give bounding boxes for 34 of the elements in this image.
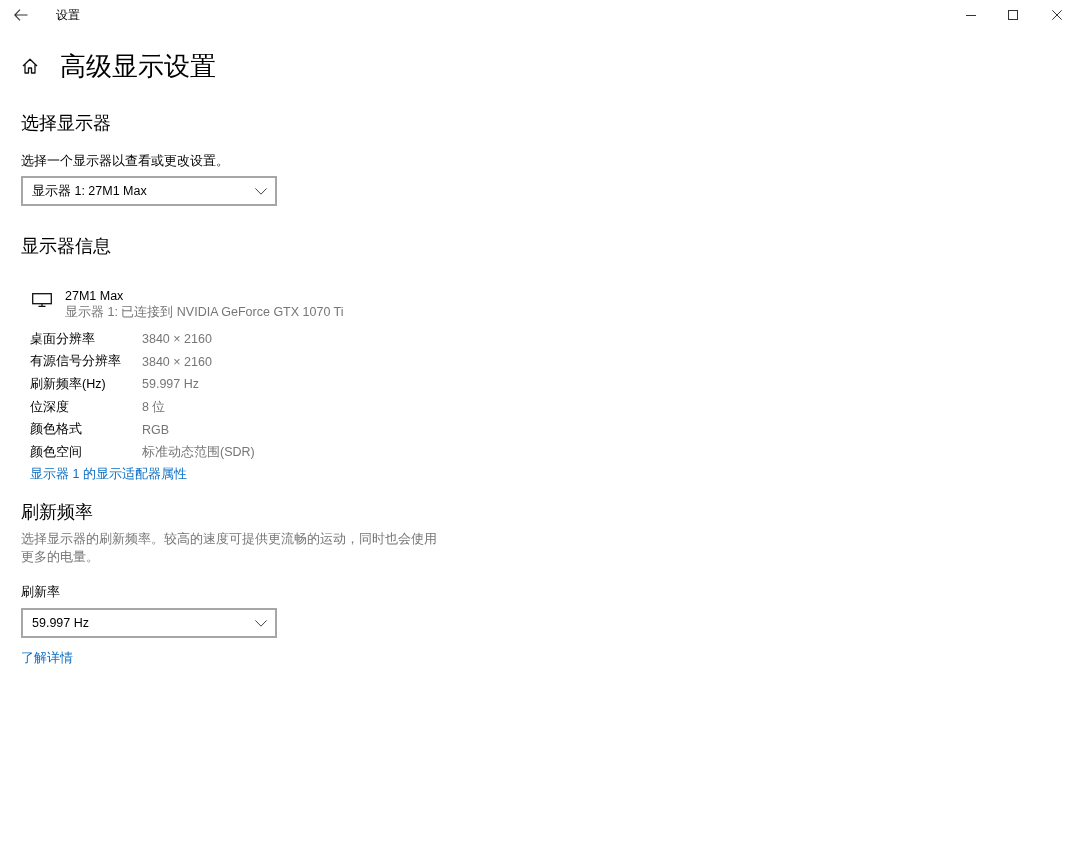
- learn-more-link[interactable]: 了解详情: [21, 651, 73, 666]
- info-label: 颜色空间: [30, 443, 83, 461]
- chevron-down-icon: [255, 619, 267, 627]
- section-heading: 刷新频率: [21, 501, 94, 525]
- info-label: 位深度: [30, 398, 70, 416]
- window-title: 设置: [56, 7, 80, 23]
- home-icon[interactable]: [22, 58, 38, 74]
- page-title: 高级显示设置: [60, 50, 216, 83]
- adapter-properties-link[interactable]: 显示器 1 的显示适配器属性: [30, 466, 187, 484]
- close-icon[interactable]: [1052, 10, 1062, 20]
- info-label: 刷新频率(Hz): [30, 376, 107, 393]
- info-label: 有源信号分辨率: [30, 353, 122, 371]
- chevron-down-icon: [255, 187, 267, 195]
- display-dropdown[interactable]: 显示器 1: 27M1 Max: [21, 176, 277, 206]
- maximize-icon[interactable]: [1008, 10, 1018, 20]
- info-value: 3840 × 2160: [142, 354, 212, 369]
- info-value: 标准动态范围(SDR): [142, 443, 255, 461]
- monitor-name: 27M1 Max: [65, 288, 125, 304]
- back-arrow-icon[interactable]: [14, 9, 28, 21]
- monitor-icon: [32, 293, 52, 307]
- info-value: 8 位: [142, 398, 166, 416]
- section-heading: 显示器信息: [21, 235, 112, 258]
- monitor-connection: 显示器 1: 已连接到 NVIDIA GeForce GTX 1070 Ti: [65, 304, 344, 320]
- field-label: 刷新率: [21, 584, 61, 602]
- info-label: 桌面分辨率: [30, 330, 96, 348]
- section-description: 选择一个显示器以查看或更改设置。: [21, 153, 230, 170]
- minimize-icon[interactable]: [966, 14, 976, 16]
- info-value: 3840 × 2160: [142, 332, 212, 347]
- info-value: RGB: [142, 422, 170, 437]
- section-heading: 选择显示器: [21, 112, 112, 135]
- info-label: 颜色格式: [30, 421, 83, 439]
- info-value: 59.997 Hz: [142, 377, 199, 392]
- section-description: 选择显示器的刷新频率。较高的速度可提供更流畅的运动，同时也会使用更多的电量。: [21, 531, 438, 566]
- refresh-rate-dropdown[interactable]: 59.997 Hz: [21, 608, 277, 639]
